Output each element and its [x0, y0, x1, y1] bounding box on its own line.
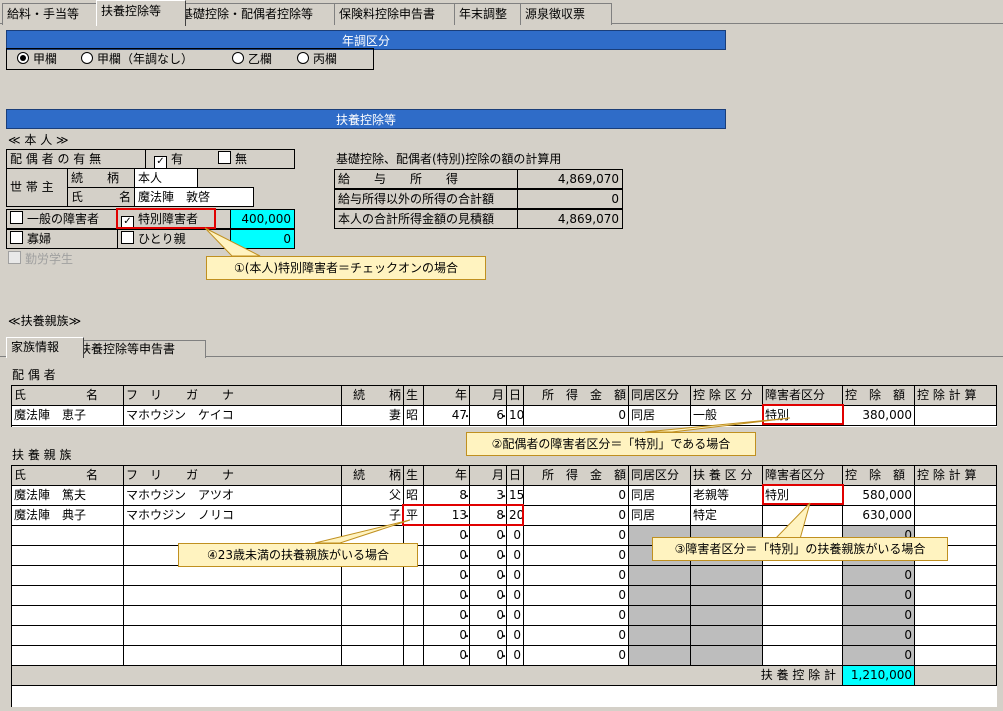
callout-4: ④23歳未満の扶養親族がいる場合 [178, 543, 418, 567]
tab-dependents[interactable]: 扶養控除等 [96, 0, 186, 26]
subtab-family[interactable]: 家族情報 [6, 337, 84, 358]
callout-2: ②配偶者の障害者区分＝「特別」である場合 [466, 432, 756, 456]
callout-3: ③障害者区分＝「特別」の扶養親族がいる場合 [652, 537, 948, 561]
callout-1: ①(本人)特別障害者＝チェックオンの場合 [206, 256, 486, 280]
callout-pointers [204, 227, 811, 544]
